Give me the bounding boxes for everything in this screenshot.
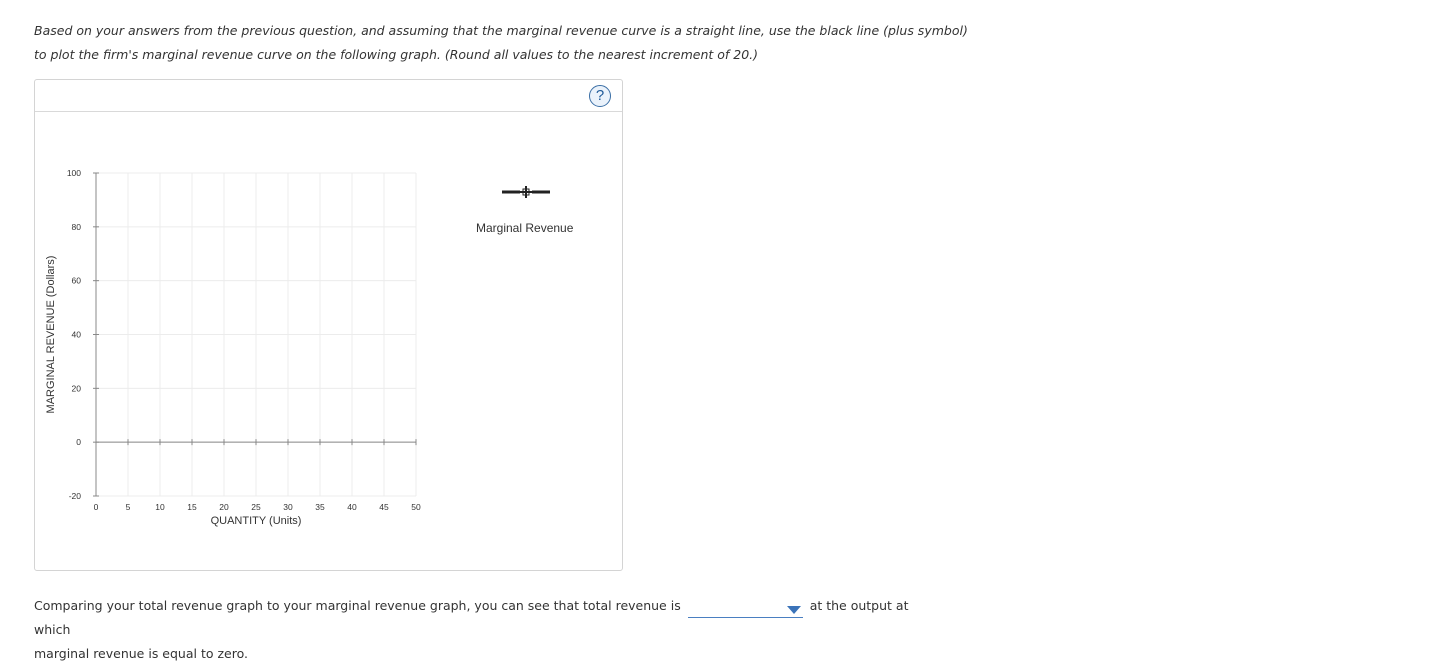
x-tick-label: 25 [251, 502, 261, 512]
x-tick-label: 20 [219, 502, 229, 512]
question-line-2: marginal revenue is equal to zero. [34, 646, 248, 661]
x-tick-label: 30 [283, 502, 293, 512]
y-tick-label: 100 [67, 168, 81, 178]
plus-line-tool-icon[interactable] [501, 184, 551, 200]
y-tick-label: -20 [69, 491, 82, 501]
y-tick-label: 60 [72, 276, 82, 286]
instructions-line-2: to plot the firm's marginal revenue curv… [34, 47, 759, 62]
legend-label-marginal-revenue: Marginal Revenue [476, 221, 574, 235]
x-tick-label: 50 [411, 502, 421, 512]
y-tick-label: 40 [72, 330, 82, 340]
x-tick-label: 10 [155, 502, 165, 512]
x-tick-label: 15 [187, 502, 197, 512]
total-revenue-dropdown[interactable] [687, 600, 803, 618]
question-text-before: Comparing your total revenue graph to yo… [34, 598, 681, 613]
x-tick-label: 5 [126, 502, 131, 512]
y-tick-label: 20 [72, 383, 82, 393]
y-axis-label: MARGINAL REVENUE (Dollars) [45, 256, 57, 414]
x-axis-label: QUANTITY (Units) [211, 515, 302, 527]
y-tick-label: 80 [72, 222, 82, 232]
instructions: Based on your answers from the previous … [34, 19, 974, 67]
x-tick-label: 35 [315, 502, 325, 512]
y-tick-label: 0 [76, 437, 81, 447]
x-tick-label: 40 [347, 502, 357, 512]
instructions-line-1: Based on your answers from the previous … [34, 23, 968, 38]
graph-panel[interactable]: ? -20 0 20 40 60 80 100 0 5 10 15 20 25 30 35 40 45 50 QUA… [34, 79, 623, 571]
question: Comparing your total revenue graph to yo… [34, 594, 934, 666]
marginal-revenue-chart[interactable]: -20 0 20 40 60 80 100 0 5 10 15 20 25 30 35 40 45 50 QUANT… [35, 80, 622, 570]
x-tick-label: 0 [94, 502, 99, 512]
x-tick-label: 45 [379, 502, 389, 512]
chevron-down-icon [786, 606, 801, 614]
